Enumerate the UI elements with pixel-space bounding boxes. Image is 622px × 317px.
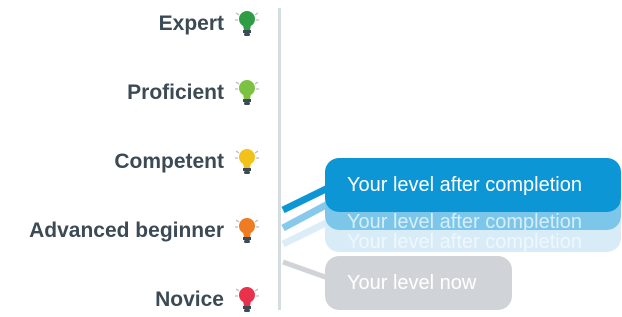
callout-after-text: Your level after completion	[347, 173, 582, 196]
connector-ghost-2	[281, 218, 330, 248]
lightbulb-icon	[235, 287, 259, 312]
level-label: Proficient	[127, 81, 224, 104]
level-competent: Competent	[0, 145, 260, 179]
callout-after-trail-1-text: Your level after completion	[347, 210, 582, 231]
level-proficient: Proficient	[0, 76, 260, 110]
callout-level-now: Your level now	[325, 256, 512, 310]
level-expert: Expert	[0, 7, 260, 41]
level-novice: Novice	[0, 283, 260, 317]
connector-ghost-1	[281, 200, 330, 232]
lightbulb-icon	[235, 149, 259, 174]
lightbulb-icon	[235, 80, 259, 105]
level-label: Expert	[158, 12, 224, 35]
level-axis-line	[278, 8, 281, 310]
level-label: Novice	[155, 288, 224, 311]
level-label: Competent	[114, 150, 224, 173]
level-label: Advanced beginner	[29, 219, 224, 242]
callout-now-text: Your level now	[347, 271, 477, 294]
lightbulb-icon	[235, 11, 259, 36]
lightbulb-icon	[235, 218, 259, 243]
level-advanced-beginner: Advanced beginner	[0, 214, 260, 248]
callout-after-trail-2-text: Your level after completion	[347, 230, 582, 253]
connector-after	[281, 184, 330, 214]
connector-now	[282, 259, 329, 281]
callout-level-after-completion: Your level after completion	[325, 158, 621, 212]
